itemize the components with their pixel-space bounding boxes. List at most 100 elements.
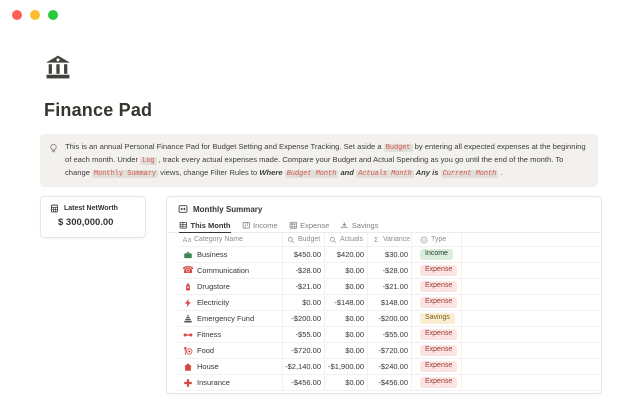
tab-label: This Month (191, 221, 231, 230)
column-header-variance[interactable]: ΣVariance (368, 233, 412, 246)
briefcase-icon (183, 250, 193, 260)
callout-code-segment: Budget (384, 144, 413, 152)
column-label: Actuals (340, 236, 363, 243)
callout-code-em-segment: Current Month (441, 170, 499, 178)
column-header-budget[interactable]: Budget (283, 233, 325, 246)
board-view-icon (242, 221, 251, 230)
budget-value: -$28.00 (296, 266, 321, 275)
variance-value: -$28.00 (383, 266, 408, 275)
type-badge: Income (420, 249, 453, 260)
calculator-icon (50, 204, 59, 213)
medical-cross-icon (183, 378, 193, 388)
budget-value: -$55.00 (296, 330, 321, 339)
table-row[interactable]: ☎Communication-$28.00$0.00-$28.00Expense (178, 263, 601, 279)
page-title[interactable]: Finance Pad (44, 100, 152, 121)
column-header-actuals[interactable]: Actuals (325, 233, 368, 246)
table-footer: SUM $2,073.00 SUM $4,832.00 (178, 391, 601, 394)
category-name: Food (197, 346, 214, 355)
lightning-icon (183, 298, 193, 308)
tab-expense[interactable]: Expense (289, 218, 330, 233)
actuals-value: -$1,900.00 (328, 362, 364, 371)
budget-value: $450.00 (294, 250, 321, 259)
column-header-type[interactable]: Type (412, 233, 462, 246)
download-icon (340, 221, 349, 230)
type-badge: Expense (420, 361, 457, 372)
category-name: House (197, 362, 219, 371)
fund-stack-icon (183, 314, 193, 324)
category-name: Emergency Fund (197, 314, 254, 323)
lightbulb-icon (48, 142, 59, 155)
table-row[interactable]: Food-$720.00$0.00-$720.00Expense (178, 343, 601, 359)
tab-label: Expense (300, 221, 329, 230)
table-row[interactable]: Insurance -$456.00 $0.00 -$456.00 Expense (178, 375, 601, 391)
view-tabs: This Month Income Expense Savings (167, 218, 601, 233)
table-row[interactable]: Fitness -$55.00 $0.00 -$55.00 Expense (178, 327, 601, 343)
search-icon (329, 236, 337, 244)
tab-income[interactable]: Income (242, 218, 278, 233)
variance-value: -$55.00 (383, 330, 408, 339)
category-name: Electricity (197, 298, 229, 307)
table-row[interactable]: House-$2,140.00-$1,900.00-$240.00Expense (178, 359, 601, 375)
table-view-icon (179, 221, 188, 230)
gallery-view-icon (289, 221, 298, 230)
callout-em-segment: Where (259, 168, 282, 177)
database-icon (178, 204, 188, 214)
table-row[interactable]: Drugstore-$21.00$0.00-$21.00Expense (178, 279, 601, 295)
panel-title[interactable]: Monthly Summary (193, 205, 262, 214)
select-icon (420, 236, 428, 244)
variance-value: $30.00 (385, 250, 408, 259)
type-badge: Expense (420, 377, 457, 388)
type-badge: Expense (420, 297, 457, 308)
table-body: Business$450.00$420.00$30.00Income☎Commu… (178, 247, 601, 391)
callout-segment: . (498, 168, 502, 177)
callout-text: This is an annual Personal Finance Pad f… (65, 141, 588, 180)
networth-card: Latest NetWorth $ 300,000.00 (40, 196, 146, 238)
callout-segment: This is an annual Personal Finance Pad f… (65, 142, 384, 151)
type-badge: Expense (420, 329, 457, 340)
type-badge: Expense (420, 345, 457, 356)
category-name: Business (197, 250, 227, 259)
category-name: Insurance (197, 378, 230, 387)
budget-value: -$720.00 (291, 346, 321, 355)
minimize-window-button[interactable] (30, 10, 40, 20)
tab-label: Income (253, 221, 278, 230)
callout-em-segment: and (338, 168, 356, 177)
table-row[interactable]: Business$450.00$420.00$30.00Income (178, 247, 601, 263)
category-name: Fitness (197, 330, 221, 339)
search-icon (287, 236, 295, 244)
type-badge: Expense (420, 281, 457, 292)
close-window-button[interactable] (12, 10, 22, 20)
monthly-summary-panel: Monthly Summary This Month Income Expense S… (166, 196, 602, 394)
budget-value: -$456.00 (291, 378, 321, 387)
zoom-window-button[interactable] (48, 10, 58, 20)
callout-em-segment: Any is (414, 168, 441, 177)
actuals-value: $0.00 (345, 378, 364, 387)
callout[interactable]: This is an annual Personal Finance Pad f… (40, 134, 598, 187)
networth-value: $ 300,000.00 (58, 217, 145, 228)
tab-this-month[interactable]: This Month (179, 218, 231, 233)
callout-segment: views, change Filter Rules to (158, 168, 259, 177)
phone-icon: ☎ (183, 266, 193, 276)
column-label: Category Name (194, 236, 243, 243)
networth-label: Latest NetWorth (64, 205, 118, 212)
type-badge: Expense (420, 265, 457, 276)
column-label: Budget (298, 236, 320, 243)
fork-plate-icon (183, 346, 193, 356)
callout-code-em-segment: Actuals Month (356, 170, 414, 178)
summary-table: AaCategory Name Budget Actuals ΣVarianceTyp… (178, 233, 601, 391)
callout-code-segment: Monthly Summary (92, 170, 158, 178)
variance-value: -$456.00 (378, 378, 408, 387)
table-row[interactable]: Emergency Fund-$200.00$0.00-$200.00Savin… (178, 311, 601, 327)
variance-value: -$21.00 (383, 282, 408, 291)
budget-value: -$21.00 (296, 282, 321, 291)
title-icon: Aa (183, 236, 191, 244)
variance-value: -$240.00 (378, 362, 408, 371)
dumbbell-icon (183, 330, 193, 340)
table-row[interactable]: Electricity$0.00-$148.00$148.00Expense (178, 295, 601, 311)
variance-value: $148.00 (381, 298, 408, 307)
column-header-category-name[interactable]: AaCategory Name (178, 233, 283, 246)
house-icon (183, 362, 193, 372)
tab-savings[interactable]: Savings (340, 218, 378, 233)
actuals-value: $0.00 (345, 282, 364, 291)
actuals-value: $0.00 (345, 330, 364, 339)
